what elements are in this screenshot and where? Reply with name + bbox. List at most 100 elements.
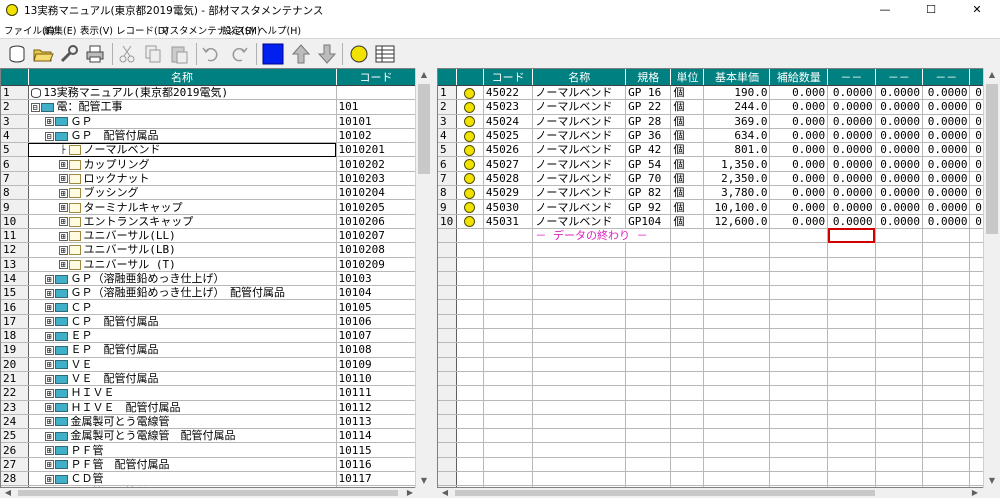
- empty-cell[interactable]: [703, 414, 771, 430]
- table-row[interactable]: 4 45025 ノーマルベンド GP 36 個 634.0 0.000 0.0000 0.000…: [438, 128, 999, 144]
- tree-node-code[interactable]: 10116: [336, 457, 417, 473]
- part-name[interactable]: ノーマルベンド: [532, 156, 627, 172]
- empty-cell[interactable]: [483, 257, 534, 272]
- row-number[interactable]: 24: [1, 414, 29, 430]
- empty-cell[interactable]: [456, 414, 484, 430]
- tree-node-code[interactable]: 10113: [336, 414, 417, 430]
- table-row[interactable]: 10 45031 ノーマルベンド GP104 個 12,600.0 0.000 0.0000 0…: [438, 214, 999, 229]
- tree-node-code[interactable]: 10103: [336, 271, 417, 287]
- empty-row[interactable]: [438, 371, 999, 387]
- part-spec[interactable]: GP 16: [625, 85, 672, 101]
- part-spec[interactable]: GP 36: [625, 128, 672, 144]
- tree-row[interactable]: 28 ⊞ ＣＤ管 10117: [1, 471, 417, 487]
- expand-icon[interactable]: ⊞: [44, 274, 54, 284]
- empty-cell[interactable]: [827, 457, 876, 473]
- empty-cell[interactable]: [456, 428, 484, 444]
- tree-node[interactable]: 13実務マニュアル(東京都2019電気): [28, 85, 337, 101]
- empty-cell[interactable]: [922, 428, 971, 444]
- base-price[interactable]: 801.0: [703, 142, 771, 158]
- scroll-left-arrow-icon[interactable]: ◀: [0, 488, 16, 497]
- row-number[interactable]: 18: [1, 328, 29, 344]
- column-header-base-price[interactable]: 基本単価: [703, 69, 771, 86]
- empty-cell[interactable]: [456, 400, 484, 415]
- empty-cell[interactable]: [532, 400, 627, 415]
- empty-cell[interactable]: [703, 242, 771, 258]
- supply-qty[interactable]: 0.000: [769, 85, 829, 101]
- row-number[interactable]: 28: [1, 471, 29, 487]
- empty-cell[interactable]: [922, 457, 971, 473]
- part-unit[interactable]: 個: [670, 214, 705, 229]
- tree-node-code[interactable]: 10107: [336, 328, 417, 344]
- empty-cell[interactable]: [922, 228, 971, 244]
- tree-node[interactable]: ⊞ 金属製可とう電線管 配管付属品: [28, 428, 337, 444]
- empty-cell[interactable]: [625, 299, 672, 315]
- empty-row[interactable]: [438, 400, 999, 415]
- base-price[interactable]: 190.0: [703, 85, 771, 101]
- part-code[interactable]: 45027: [483, 156, 534, 172]
- row-number[interactable]: 3: [1, 114, 29, 129]
- row-number[interactable]: 25: [1, 428, 29, 444]
- tree-node[interactable]: ⊞ ＨＩＶＥ: [28, 385, 337, 401]
- tree-node-code[interactable]: 10117: [336, 471, 417, 487]
- copy-icon[interactable]: [142, 43, 164, 65]
- extra-value[interactable]: 0.0000: [875, 185, 924, 201]
- expand-icon[interactable]: ⊞: [44, 446, 54, 456]
- tree-node-code[interactable]: 1010202: [336, 156, 417, 172]
- empty-cell[interactable]: [483, 314, 534, 330]
- base-price[interactable]: 10,100.0: [703, 199, 771, 215]
- empty-cell[interactable]: [922, 400, 971, 415]
- tree-node-code[interactable]: 1010207: [336, 228, 417, 244]
- part-name[interactable]: ノーマルベンド: [532, 142, 627, 158]
- supply-qty[interactable]: 0.000: [769, 114, 829, 129]
- empty-cell[interactable]: [670, 271, 705, 287]
- menu-edit[interactable]: 編集(E): [44, 23, 76, 37]
- empty-cell[interactable]: [532, 242, 627, 258]
- tree-row[interactable]: 18 ⊞ ＥＰ 10107: [1, 328, 417, 344]
- table-row[interactable]: 8 45029 ノーマルベンド GP 82 個 3,780.0 0.000 0.0000 0.0…: [438, 185, 999, 201]
- empty-cell[interactable]: [922, 271, 971, 287]
- empty-cell[interactable]: [922, 371, 971, 387]
- paste-icon[interactable]: [168, 43, 190, 65]
- tree-node[interactable]: ⊟ ＧＰ 配管付属品: [28, 128, 337, 144]
- database-icon[interactable]: [6, 43, 28, 65]
- empty-cell[interactable]: [670, 314, 705, 330]
- empty-row[interactable]: [438, 385, 999, 401]
- empty-cell[interactable]: [670, 242, 705, 258]
- scroll-down-arrow-icon[interactable]: ▼: [416, 476, 432, 485]
- tree-node-code[interactable]: 10102: [336, 128, 417, 144]
- tree-row[interactable]: 2 ⊟ 電：配管工事 101: [1, 99, 417, 115]
- empty-cell[interactable]: [703, 428, 771, 444]
- row-number[interactable]: 17: [1, 314, 29, 330]
- part-code[interactable]: 45022: [483, 85, 534, 101]
- empty-cell[interactable]: [827, 428, 876, 444]
- empty-cell[interactable]: [769, 457, 829, 473]
- empty-cell[interactable]: [769, 414, 829, 430]
- base-price[interactable]: 1,350.0: [703, 156, 771, 172]
- supply-qty[interactable]: 0.000: [769, 128, 829, 144]
- table-row[interactable]: 6 45027 ノーマルベンド GP 54 個 1,350.0 0.000 0.0000 0.0…: [438, 156, 999, 172]
- empty-cell[interactable]: [483, 228, 534, 244]
- part-spec[interactable]: GP104: [625, 214, 672, 229]
- tree-line-icon[interactable]: ├: [59, 145, 68, 155]
- base-price[interactable]: 244.0: [703, 99, 771, 115]
- part-spec[interactable]: GP 42: [625, 142, 672, 158]
- close-button[interactable]: ✕: [954, 0, 1000, 20]
- tree-node-code[interactable]: 1010204: [336, 185, 417, 201]
- row-number[interactable]: 20: [1, 357, 29, 372]
- scroll-thumb[interactable]: [455, 490, 875, 496]
- empty-cell[interactable]: [827, 371, 876, 387]
- table-row[interactable]: 2 45023 ノーマルベンド GP 22 個 244.0 0.000 0.0000 0.000…: [438, 99, 999, 115]
- maximize-button[interactable]: ☐: [908, 0, 954, 20]
- base-price[interactable]: 12,600.0: [703, 214, 771, 229]
- extra-value[interactable]: 0.0000: [922, 114, 971, 129]
- extra-value[interactable]: 0.0000: [922, 185, 971, 201]
- part-unit[interactable]: 個: [670, 99, 705, 115]
- scroll-right-arrow-icon[interactable]: ▶: [402, 488, 418, 497]
- row-number[interactable]: 1: [438, 85, 458, 101]
- tree-node[interactable]: ├ ノーマルベンド: [28, 142, 337, 158]
- part-unit[interactable]: 個: [670, 199, 705, 215]
- row-number[interactable]: 26: [1, 442, 29, 458]
- part-name[interactable]: ノーマルベンド: [532, 85, 627, 101]
- extra-value[interactable]: 0.0000: [922, 171, 971, 187]
- empty-cell[interactable]: [456, 442, 484, 458]
